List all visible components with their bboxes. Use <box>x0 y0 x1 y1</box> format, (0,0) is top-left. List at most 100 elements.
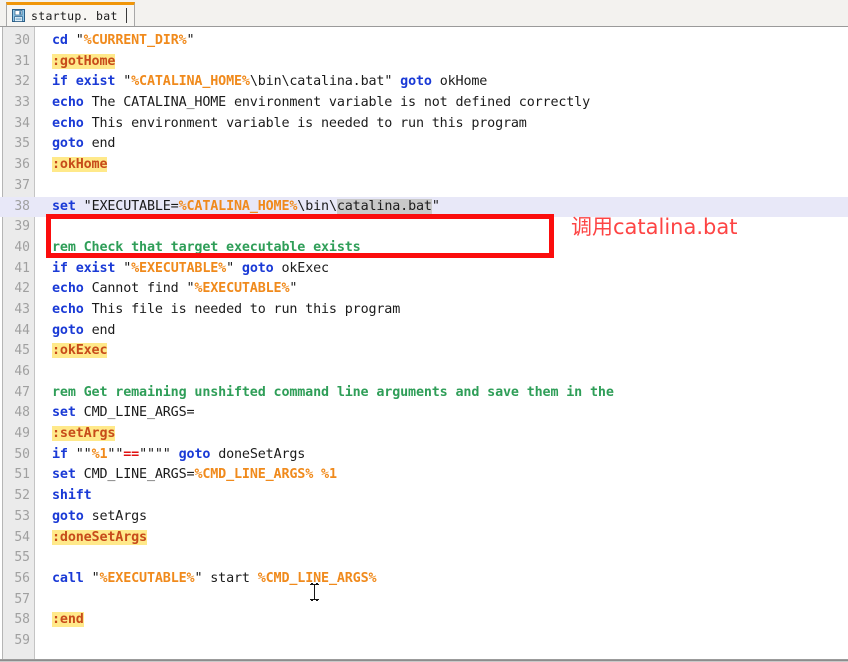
tab-label: startup. bat <box>31 8 118 23</box>
line-number: 49 <box>14 426 30 442</box>
line-content[interactable]: goto end <box>52 134 115 155</box>
token-var: %1 <box>91 446 108 462</box>
code-line[interactable]: 57 <box>0 590 848 611</box>
code-line[interactable]: 58 :end <box>0 610 848 631</box>
line-content[interactable]: echo This file is needed to run this pro… <box>52 300 400 321</box>
line-number: 33 <box>14 95 30 111</box>
code-line[interactable]: 41 if exist "%EXECUTABLE%" goto okExec <box>0 259 848 280</box>
code-line[interactable]: 30 cd "%CURRENT_DIR%" <box>0 31 848 52</box>
line-content[interactable]: :end <box>52 610 84 631</box>
token-kw: goto <box>52 136 92 152</box>
line-content[interactable]: if exist "%CATALINA_HOME%\bin\catalina.b… <box>52 72 487 93</box>
token-plain: doneSetArgs <box>218 446 306 462</box>
token-kw: call <box>52 570 92 586</box>
line-number: 42 <box>14 281 30 297</box>
token-kw: goto <box>52 322 92 338</box>
line-number: 30 <box>14 33 30 48</box>
line-number: 52 <box>14 488 30 504</box>
token-plain: CMD_LINE_ARGS= <box>83 467 195 483</box>
line-number: 58 <box>14 612 30 628</box>
code-line[interactable]: 49 :setArgs <box>0 424 848 445</box>
token-kw: if <box>52 446 76 462</box>
token-plain: end <box>91 136 116 152</box>
line-content[interactable]: :doneSetArgs <box>52 528 147 549</box>
token-kw: goto <box>241 260 282 276</box>
code-line[interactable]: 32 if exist "%CATALINA_HOME%\bin\catalina… <box>0 72 848 93</box>
line-content[interactable]: rem Get remaining unshifted command line… <box>52 383 614 404</box>
token-lbl: :gotHome <box>52 53 116 69</box>
code-line[interactable]: 53 goto setArgs <box>0 507 848 528</box>
token-var: %CATALINA_HOME% <box>131 74 250 90</box>
line-content[interactable]: if ""%1""=="""" goto doneSetArgs <box>52 445 305 466</box>
token-kw: if exist <box>52 260 124 276</box>
tab-startup-bat[interactable]: startup. bat <box>6 2 135 26</box>
line-content[interactable]: set "EXECUTABLE=%CATALINA_HOME%\bin\cata… <box>52 197 440 218</box>
code-line[interactable]: 47 rem Get remaining unshifted command li… <box>0 383 848 404</box>
line-content[interactable]: set CMD_LINE_ARGS=%CMD_LINE_ARGS% %1 <box>52 465 337 486</box>
code-line[interactable]: 51 set CMD_LINE_ARGS=%CMD_LINE_ARGS% %1 <box>0 465 848 486</box>
code-line[interactable]: 54 :doneSetArgs <box>0 528 848 549</box>
line-number: 31 <box>14 53 30 69</box>
code-line[interactable]: 55 <box>0 548 848 569</box>
code-line[interactable]: 52 shift <box>0 486 848 507</box>
line-content[interactable]: echo The CATALINA_HOME environment varia… <box>52 93 590 114</box>
tab-bar: startup. bat <box>0 0 848 27</box>
code-line[interactable]: 35 goto end <box>0 134 848 155</box>
line-content[interactable]: call "%EXECUTABLE%" start %CMD_LINE_ARGS… <box>52 569 377 590</box>
token-plain: okExec <box>281 260 329 276</box>
token-kw: echo <box>52 95 92 111</box>
line-content[interactable]: :okExec <box>52 341 108 362</box>
line-content[interactable]: goto setArgs <box>52 507 147 528</box>
line-content[interactable]: goto end <box>52 321 115 342</box>
line-content[interactable]: rem Check that target executable exists <box>52 238 361 259</box>
line-content[interactable]: :okHome <box>52 155 108 176</box>
code-line[interactable]: 45:okExec <box>0 341 848 362</box>
token-plain: CMD_LINE_ARGS= <box>83 405 195 421</box>
editor-window: startup. bat 30 cd "%CURRENT_DIR%" 31 :gotH… <box>0 0 848 662</box>
code-line[interactable]: 34 echo This environment variable is need… <box>0 114 848 135</box>
code-line[interactable]: 59 <box>0 631 848 652</box>
token-plain: " <box>186 33 195 48</box>
token-plain: """" <box>139 446 179 462</box>
code-line[interactable]: 33 echo The CATALINA_HOME environment var… <box>0 93 848 114</box>
line-number: 39 <box>14 219 30 235</box>
code-line[interactable]: 56 call "%EXECUTABLE%" start %CMD_LINE_AR… <box>0 569 848 590</box>
line-number: 44 <box>14 322 30 338</box>
line-content[interactable]: set CMD_LINE_ARGS= <box>52 403 195 424</box>
token-plain: " <box>123 260 132 276</box>
token-var: %CMD_LINE_ARGS% <box>194 467 314 483</box>
token-op: == <box>123 446 140 462</box>
code-line[interactable]: 50 if ""%1""=="""" goto doneSetArgs <box>0 445 848 466</box>
token-plain: "" <box>75 446 92 462</box>
line-content[interactable]: shift <box>52 486 92 507</box>
line-number: 54 <box>14 529 30 545</box>
code-line[interactable]: 43 echo This file is needed to run this p… <box>0 300 848 321</box>
token-plain: setArgs <box>91 508 148 524</box>
line-number: 59 <box>14 632 30 648</box>
token-kw: goto <box>52 508 92 524</box>
save-floppy-icon <box>12 9 25 22</box>
line-content[interactable]: :setArgs <box>52 424 115 445</box>
line-number: 48 <box>14 405 30 421</box>
code-line[interactable]: 48 set CMD_LINE_ARGS= <box>0 403 848 424</box>
token-plain: \bin\ <box>297 198 337 214</box>
token-var: %CMD_LINE_ARGS% <box>257 570 377 586</box>
line-content[interactable]: if exist "%EXECUTABLE%" goto okExec <box>52 259 329 280</box>
code-line[interactable]: 37 <box>0 176 848 197</box>
line-content[interactable]: echo This environment variable is needed… <box>52 114 527 135</box>
code-line[interactable]: 31 :gotHome <box>0 52 848 73</box>
token-plain: " <box>123 74 132 90</box>
line-number: 36 <box>14 157 30 173</box>
code-line[interactable]: 44 goto end <box>0 321 848 342</box>
code-line[interactable]: 42 echo Cannot find "%EXECUTABLE%" <box>0 279 848 300</box>
code-line[interactable]: 46 <box>0 362 848 383</box>
code-line[interactable]: 36 :okHome <box>0 155 848 176</box>
code-editor[interactable]: 30 cd "%CURRENT_DIR%" 31 :gotHome 32 if exist… <box>0 27 848 661</box>
line-content[interactable]: cd "%CURRENT_DIR%" <box>52 31 195 52</box>
line-number: 38 <box>14 198 30 214</box>
line-content[interactable]: :gotHome <box>52 52 115 73</box>
token-plain: okHome <box>439 74 488 90</box>
code-lines[interactable]: 30 cd "%CURRENT_DIR%" 31 :gotHome 32 if exist… <box>0 27 848 652</box>
line-content[interactable]: echo Cannot find "%EXECUTABLE%" <box>52 279 297 300</box>
